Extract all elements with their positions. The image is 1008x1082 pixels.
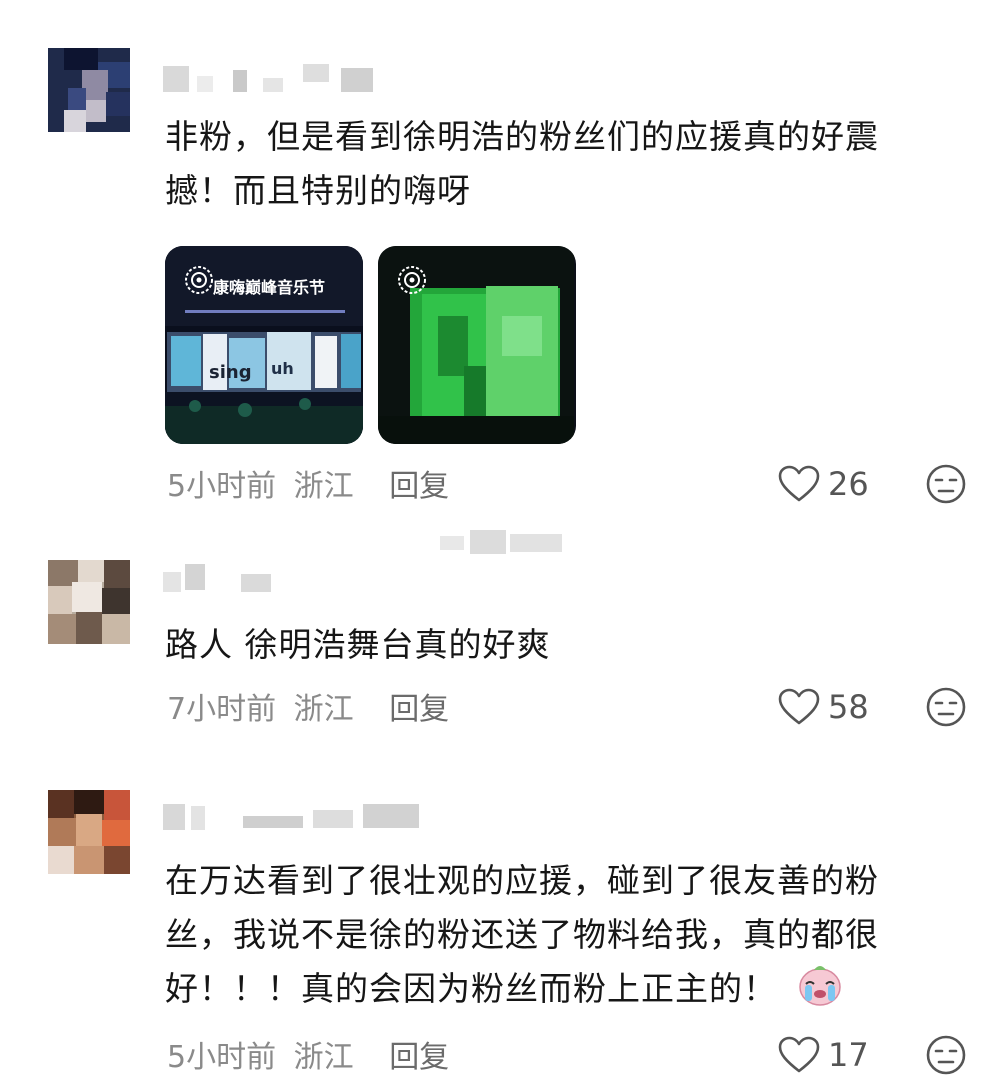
comment-3: 在万达看到了很壮观的应援，碰到了很友善的粉丝，我说不是徐的粉还送了物料给我，真的… <box>0 770 1008 1082</box>
comment-location: 浙江 <box>293 1040 354 1075</box>
comment-text-body: 在万达看到了很壮观的应援，碰到了很友善的粉丝，我说不是徐的粉还送了物料给我，真的… <box>165 861 879 1008</box>
comment-time: 5小时前 <box>167 1040 277 1075</box>
crying-face-emoji <box>795 962 845 1024</box>
unamused-face-icon <box>926 1035 966 1075</box>
dislike-button[interactable] <box>924 462 968 506</box>
green-lightstick-photo <box>378 246 574 444</box>
comment-text: 在万达看到了很壮观的应援，碰到了很友善的粉丝，我说不是徐的粉还送了物料给我，真的… <box>165 854 935 1024</box>
like-count: 17 <box>828 1036 869 1074</box>
comment-location: 浙江 <box>293 692 354 727</box>
dislike-button[interactable] <box>924 1033 968 1077</box>
svg-text:uh: uh <box>271 359 294 378</box>
comment-1: 非粉，但是看到徐明浩的粉丝们的应援真的好震撼！而且特别的嗨呀 sing uh 康… <box>0 0 1008 520</box>
comment-time: 7小时前 <box>167 692 277 727</box>
like-button[interactable]: 17 <box>778 1033 869 1077</box>
like-button[interactable]: 26 <box>778 462 869 506</box>
comment-text: 路人 徐明浩舞台真的好爽 <box>165 625 551 664</box>
comment-image[interactable]: sing uh 康嗨巅峰音乐节 <box>165 246 363 444</box>
avatar[interactable] <box>48 48 130 132</box>
comment-text: 非粉，但是看到徐明浩的粉丝们的应援真的好震撼！而且特别的嗨呀 <box>165 117 879 210</box>
heart-outline-icon <box>778 1036 820 1073</box>
avatar[interactable] <box>48 790 130 874</box>
avatar[interactable] <box>48 560 130 644</box>
dislike-button[interactable] <box>924 685 968 729</box>
username-blurred[interactable] <box>163 564 283 596</box>
comment-2: 路人 徐明浩舞台真的好爽 7小时前 浙江 回复 58 <box>0 540 1008 760</box>
comment-location: 浙江 <box>293 469 354 504</box>
unamused-face-icon <box>926 687 966 727</box>
username-blurred[interactable] <box>163 64 383 96</box>
unamused-face-icon <box>926 464 966 504</box>
reply-button[interactable]: 回复 <box>389 1040 449 1075</box>
reply-button[interactable]: 回复 <box>389 692 449 727</box>
comment-meta: 5小时前 浙江 回复 <box>167 461 449 505</box>
comment-meta: 7小时前 浙江 回复 <box>167 684 449 728</box>
username-blurred[interactable] <box>163 800 463 832</box>
like-count: 26 <box>828 465 869 503</box>
reply-button[interactable]: 回复 <box>389 469 449 504</box>
image-caption: 康嗨巅峰音乐节 <box>213 278 326 297</box>
like-count: 58 <box>828 688 869 726</box>
comment-image[interactable] <box>378 246 576 444</box>
svg-text:sing: sing <box>209 362 252 383</box>
heart-outline-icon <box>778 465 820 502</box>
like-button[interactable]: 58 <box>778 685 869 729</box>
comment-time: 5小时前 <box>167 469 277 504</box>
heart-outline-icon <box>778 688 820 725</box>
comment-meta: 5小时前 浙江 回复 <box>167 1032 449 1076</box>
